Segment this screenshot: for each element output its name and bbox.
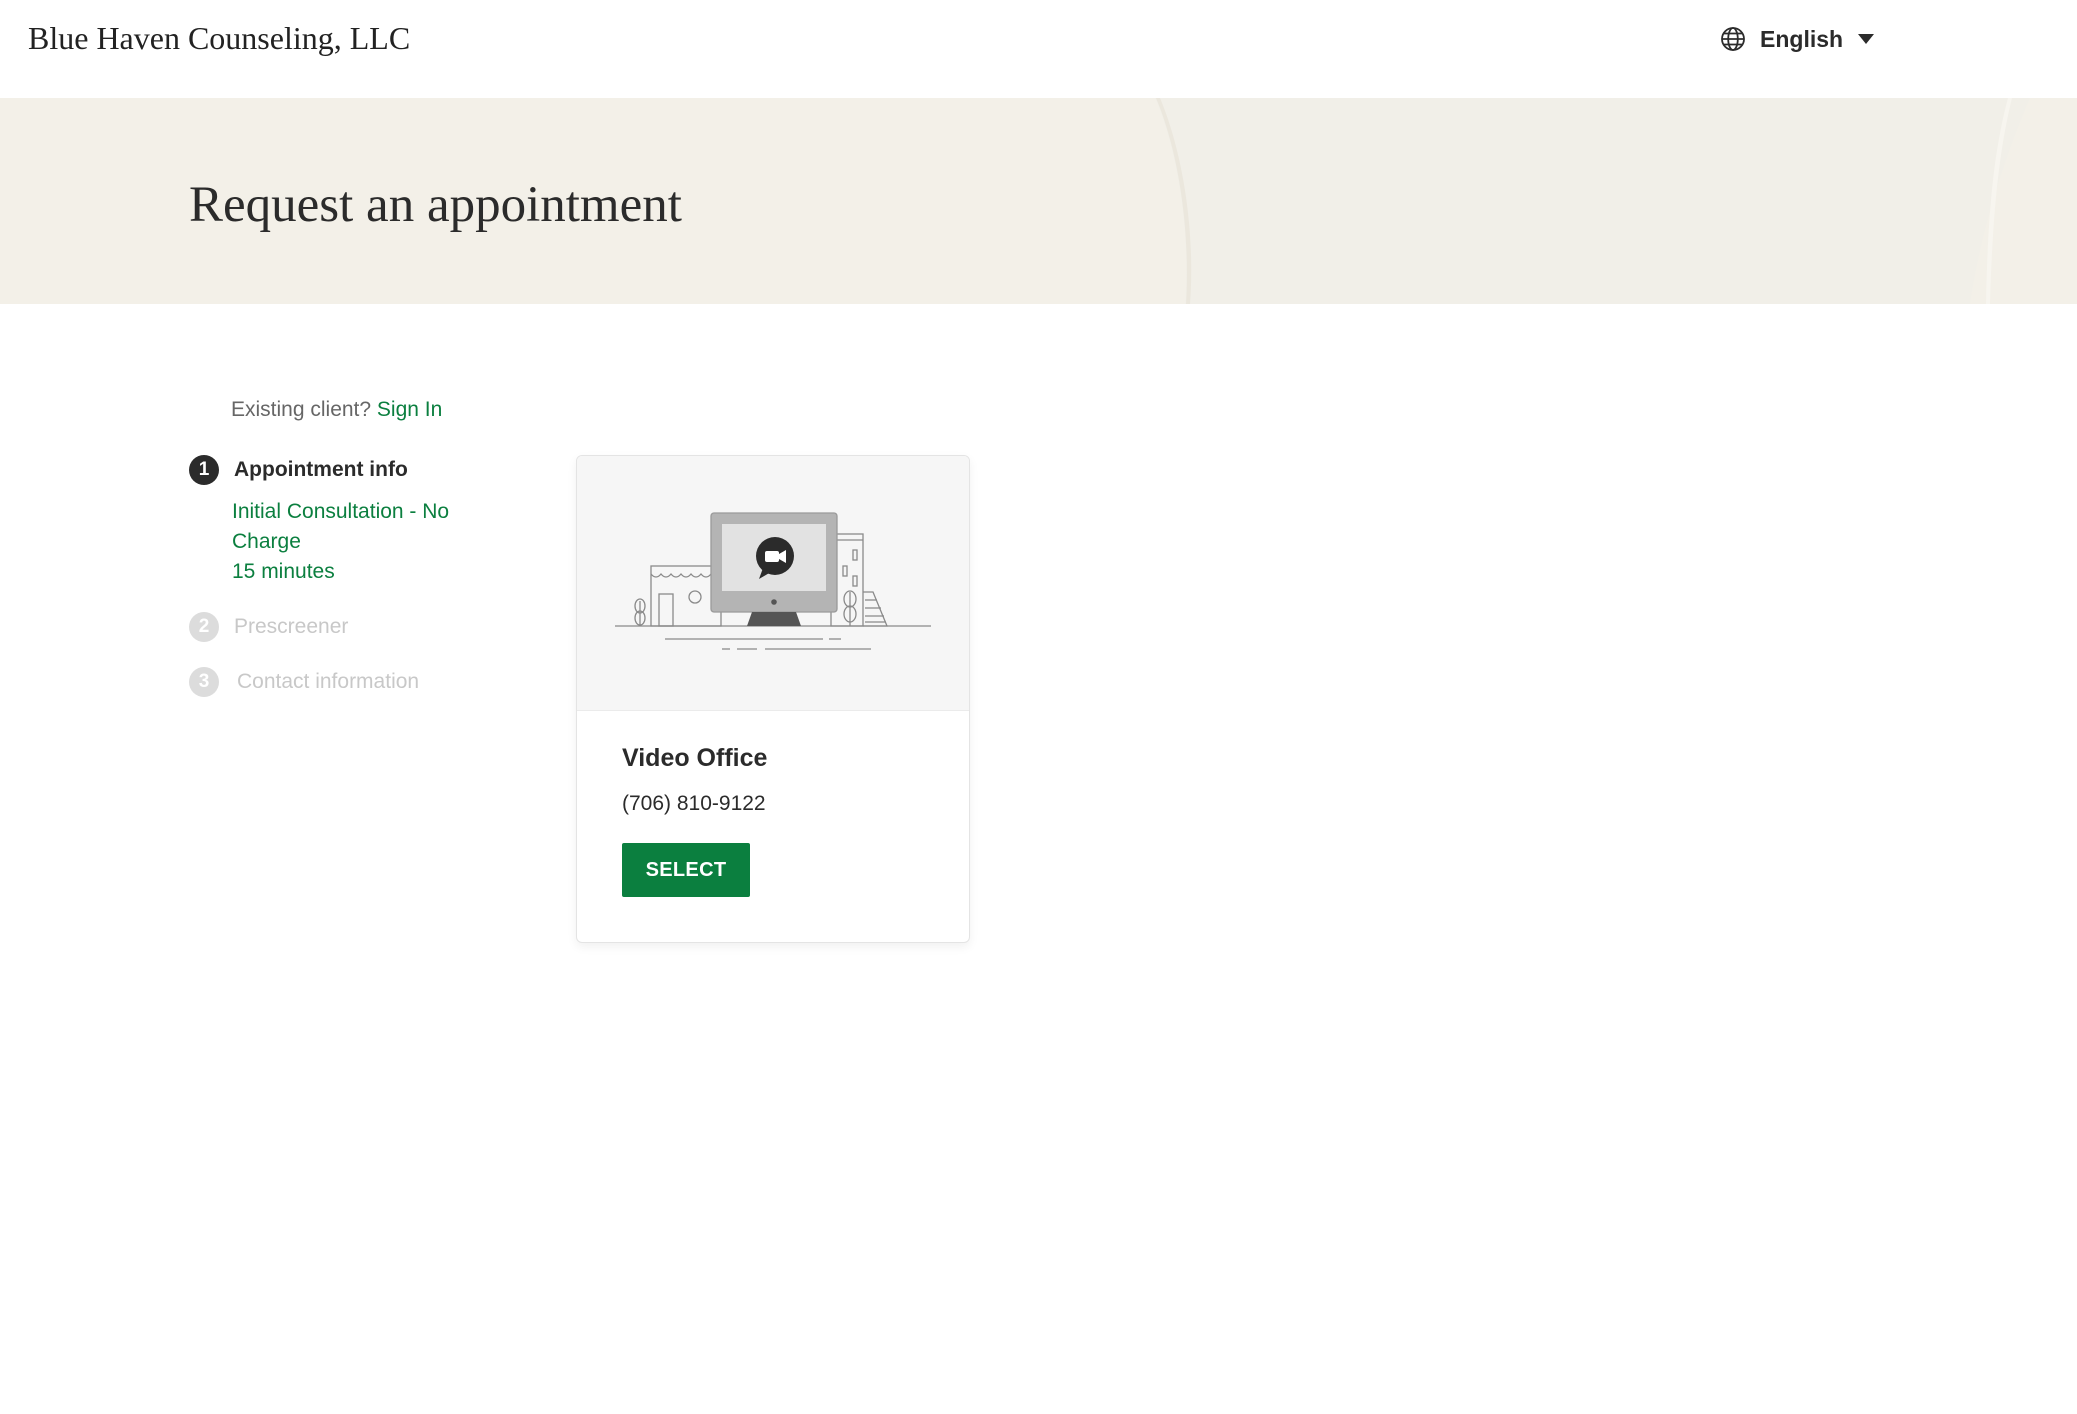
- step-contact-information: 3 Contact information: [189, 667, 419, 697]
- existing-client-text: Existing client?: [231, 398, 372, 421]
- caret-down-icon: [1857, 33, 1875, 45]
- step-label: Prescreener: [234, 615, 349, 638]
- video-office-illustration: [577, 456, 969, 711]
- sign-in-link[interactable]: Sign In: [377, 398, 442, 421]
- step-number: 1: [189, 455, 219, 485]
- step-label: Contact information: [237, 670, 420, 693]
- existing-client-prompt: Existing client? Sign In: [231, 398, 442, 422]
- step-number: 3: [189, 667, 219, 697]
- language-label: English: [1760, 25, 1844, 52]
- globe-icon: [1720, 26, 1746, 52]
- step-appointment-info[interactable]: 1 Appointment info: [189, 455, 408, 485]
- location-phone: (706) 810-9122: [622, 792, 766, 815]
- top-bar: Blue Haven Counseling, LLC English: [0, 0, 2077, 98]
- service-name: Initial Consultation - No Charge: [232, 500, 450, 553]
- location-card-video-office: Video Office (706) 810-9122 SELECT: [576, 455, 970, 943]
- practice-name: Blue Haven Counseling, LLC: [28, 20, 411, 56]
- appointment-summary: Initial Consultation - No Charge 15 minu…: [232, 497, 492, 587]
- step-label: Appointment info: [234, 458, 408, 481]
- step-prescreener: 2 Prescreener: [189, 612, 348, 642]
- page-title: Request an appointment: [189, 177, 682, 233]
- select-location-button[interactable]: SELECT: [622, 843, 750, 897]
- language-selector[interactable]: English: [1720, 22, 1875, 56]
- step-number: 2: [189, 612, 219, 642]
- location-name: Video Office: [622, 744, 768, 772]
- service-duration: 15 minutes: [232, 560, 335, 583]
- hero-banner: Request an appointment: [0, 98, 2077, 304]
